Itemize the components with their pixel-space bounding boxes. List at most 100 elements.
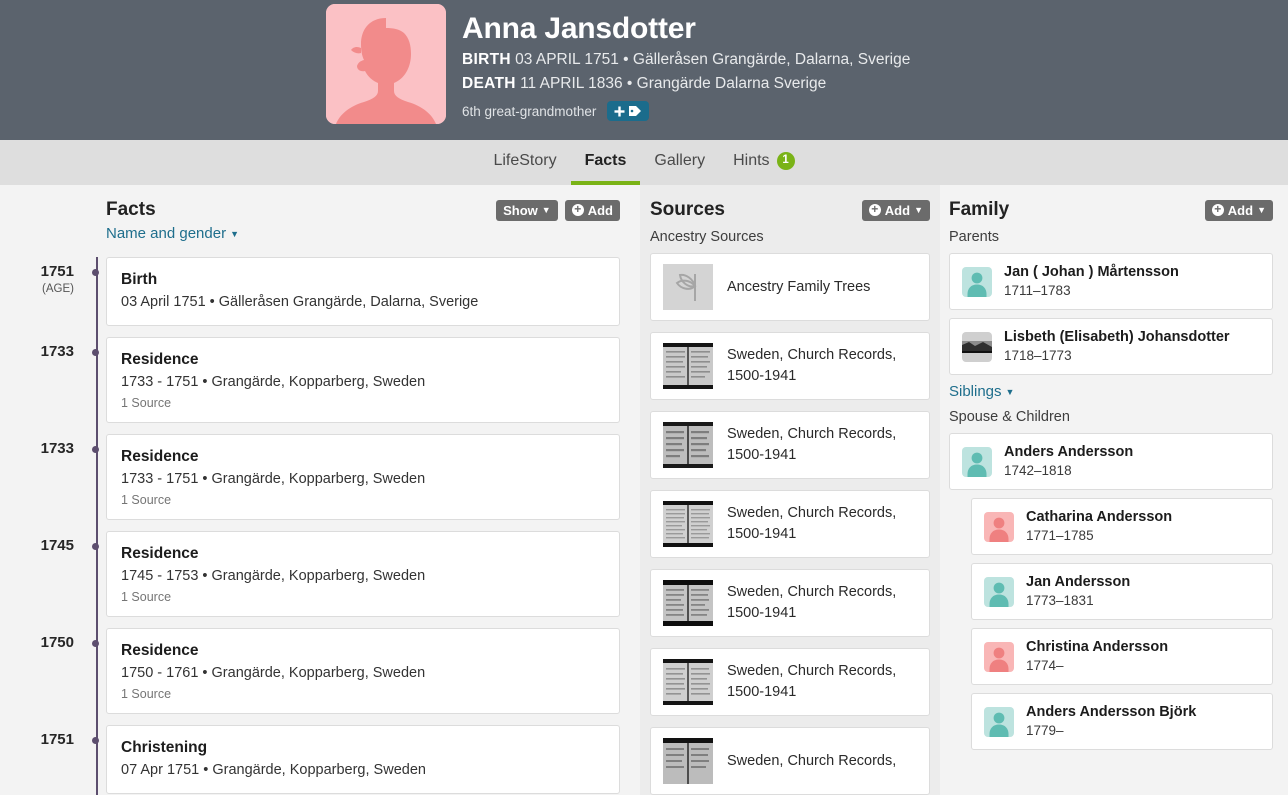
siblings-toggle[interactable]: Siblings ▼	[949, 383, 1014, 400]
birth-row: BIRTH 03 APRIL 1751 • Gälleråsen Grangär…	[462, 48, 910, 72]
fact-source-count[interactable]: 1 Source	[121, 396, 605, 410]
family-member-name: Jan ( Johan ) Mårtensson	[1004, 264, 1179, 280]
record-page-thumbnail	[663, 580, 713, 626]
facts-timeline: 1751 (AGE) Birth 03 April 1751 • Gällerå…	[0, 257, 620, 795]
source-card-church-records[interactable]: Sweden, Church Records,	[650, 727, 930, 795]
chevron-down-icon: ▼	[1005, 386, 1015, 397]
fact-title: Residence	[121, 642, 199, 659]
family-member-child[interactable]: Christina Andersson 1774–	[971, 628, 1273, 685]
relationship-label: 6th great-grandmother	[462, 103, 597, 119]
source-card-church-records[interactable]: Sweden, Church Records, 1500-1941	[650, 332, 930, 400]
sources-title: Sources	[650, 199, 725, 220]
family-member-info: Anders Andersson Björk 1779–	[1026, 703, 1196, 740]
fact-source-count[interactable]: 1 Source	[121, 590, 605, 604]
source-card-church-records[interactable]: Sweden, Church Records, 1500-1941	[650, 411, 930, 479]
plus-circle-icon: +	[571, 203, 584, 216]
family-member-father[interactable]: Jan ( Johan ) Mårtensson 1711–1783	[949, 253, 1273, 310]
timeline-line	[96, 257, 98, 795]
fact-card-residence[interactable]: Residence 1750 - 1761 • Grangärde, Koppa…	[106, 628, 620, 714]
family-member-dates: 1773–1831	[1026, 593, 1094, 608]
hints-count-badge: 1	[776, 151, 795, 170]
timeline-dot	[92, 349, 99, 356]
male-silhouette-avatar	[984, 576, 1014, 607]
death-label: DEATH	[462, 75, 516, 92]
fact-row: 1750 Residence 1750 - 1761 • Grangärde, …	[41, 628, 620, 714]
family-member-info: Jan ( Johan ) Mårtensson 1711–1783	[1004, 263, 1179, 300]
main-content: Facts Show ▼ + Add Name and gender ▼ 175…	[0, 185, 1288, 795]
timeline-dot	[92, 446, 99, 453]
record-page-thumbnail	[663, 343, 713, 389]
fact-title: Residence	[121, 448, 199, 465]
family-member-dates: 1774–	[1026, 658, 1064, 673]
fact-year: 1750	[40, 634, 74, 651]
fact-year: 1733	[40, 343, 74, 360]
relationship-row: 6th great-grandmother	[462, 101, 910, 121]
death-row: DEATH 11 APRIL 1836 • Grangärde Dalarna …	[462, 72, 910, 96]
tab-lifestory[interactable]: LifeStory	[479, 140, 570, 185]
fact-year: 1751	[40, 731, 74, 748]
fact-card-christening[interactable]: Christening 07 Apr 1751 • Grangärde, Kop…	[106, 725, 620, 794]
avatar[interactable]	[326, 4, 446, 124]
tab-gallery[interactable]: Gallery	[640, 140, 719, 185]
family-member-child[interactable]: Catharina Andersson 1771–1785	[971, 498, 1273, 555]
family-member-child[interactable]: Jan Andersson 1773–1831	[971, 563, 1273, 620]
add-tag-button[interactable]	[607, 101, 650, 121]
chevron-down-icon: ▼	[1257, 204, 1266, 215]
fact-source-count[interactable]: 1 Source	[121, 493, 605, 507]
fact-title: Residence	[121, 545, 199, 562]
male-silhouette-avatar	[962, 266, 992, 297]
female-silhouette-avatar	[984, 511, 1014, 542]
chevron-down-icon: ▼	[914, 204, 923, 215]
death-value: 11 APRIL 1836 • Grangärde Dalarna Sverig…	[520, 75, 827, 92]
family-member-name: Christina Andersson	[1026, 639, 1169, 655]
fact-detail: 1733 - 1751 • Grangärde, Kopparberg, Swe…	[121, 471, 426, 487]
fact-card-birth[interactable]: Birth 03 April 1751 • Gälleråsen Grangär…	[106, 257, 620, 326]
tab-facts[interactable]: Facts	[570, 140, 641, 185]
family-member-name: Anders Andersson Björk	[1026, 704, 1197, 720]
family-member-name: Anders Andersson	[1004, 444, 1134, 460]
source-card-ancestry-trees[interactable]: Ancestry Family Trees	[650, 253, 930, 321]
timeline-dot	[92, 737, 99, 744]
source-card-church-records[interactable]: Sweden, Church Records, 1500-1941	[650, 648, 930, 716]
add-fact-button[interactable]: + Add	[564, 199, 620, 221]
source-card-church-records[interactable]: Sweden, Church Records, 1500-1941	[650, 490, 930, 558]
fact-age-label: (AGE)	[42, 283, 74, 295]
siblings-label: Siblings	[949, 383, 1002, 400]
family-member-dates: 1718–1773	[1004, 348, 1072, 363]
facts-title: Facts	[106, 199, 156, 220]
main-tab-bar: LifeStory Facts Gallery Hints 1	[0, 140, 1288, 185]
male-silhouette-avatar	[962, 446, 992, 477]
family-member-name: Lisbeth (Elisabeth) Johansdotter	[1004, 329, 1230, 345]
female-silhouette-avatar	[984, 641, 1014, 672]
family-member-mother[interactable]: Lisbeth (Elisabeth) Johansdotter 1718–17…	[949, 318, 1273, 375]
source-label: Sweden, Church Records, 1500-1941	[727, 505, 897, 542]
timeline-dot	[92, 640, 99, 647]
person-header: Anna Jansdotter BIRTH 03 APRIL 1751 • Gä…	[0, 0, 1288, 140]
source-label: Sweden, Church Records, 1500-1941	[727, 663, 897, 700]
family-member-dates: 1779–	[1026, 723, 1064, 738]
fact-detail: 1745 - 1753 • Grangärde, Kopparberg, Swe…	[121, 568, 426, 584]
family-column: Family + Add ▼ Parents Jan ( Johan ) Mår…	[940, 185, 1288, 795]
show-button[interactable]: Show ▼	[496, 199, 558, 221]
parents-label: Parents	[949, 229, 999, 245]
add-source-button[interactable]: + Add ▼	[861, 199, 930, 221]
family-member-child[interactable]: Anders Andersson Björk 1779–	[971, 693, 1273, 750]
source-label: Sweden, Church Records, 1500-1941	[727, 347, 897, 384]
fact-card-residence[interactable]: Residence 1745 - 1753 • Grangärde, Koppa…	[106, 531, 620, 617]
family-header: Family + Add ▼	[949, 185, 1273, 225]
fact-source-count[interactable]: 1 Source	[121, 687, 605, 701]
add-label: Add	[587, 202, 613, 218]
plus-circle-icon: +	[1211, 203, 1224, 216]
family-member-info: Catharina Andersson 1771–1785	[1026, 508, 1172, 545]
source-card-church-records[interactable]: Sweden, Church Records, 1500-1941	[650, 569, 930, 637]
tab-hints[interactable]: Hints 1	[719, 140, 808, 185]
fact-card-residence[interactable]: Residence 1733 - 1751 • Grangärde, Koppa…	[106, 337, 620, 423]
family-member-spouse[interactable]: Anders Andersson 1742–1818	[949, 433, 1273, 490]
name-and-gender-filter[interactable]: Name and gender ▼	[106, 225, 239, 242]
family-member-name: Catharina Andersson	[1026, 509, 1173, 525]
fact-card-residence[interactable]: Residence 1733 - 1751 • Grangärde, Koppa…	[106, 434, 620, 520]
source-label: Sweden, Church Records, 1500-1941	[727, 584, 897, 621]
add-family-member-button[interactable]: + Add ▼	[1204, 199, 1273, 221]
chevron-down-icon: ▼	[230, 228, 240, 239]
fact-year: 1751	[40, 263, 74, 280]
